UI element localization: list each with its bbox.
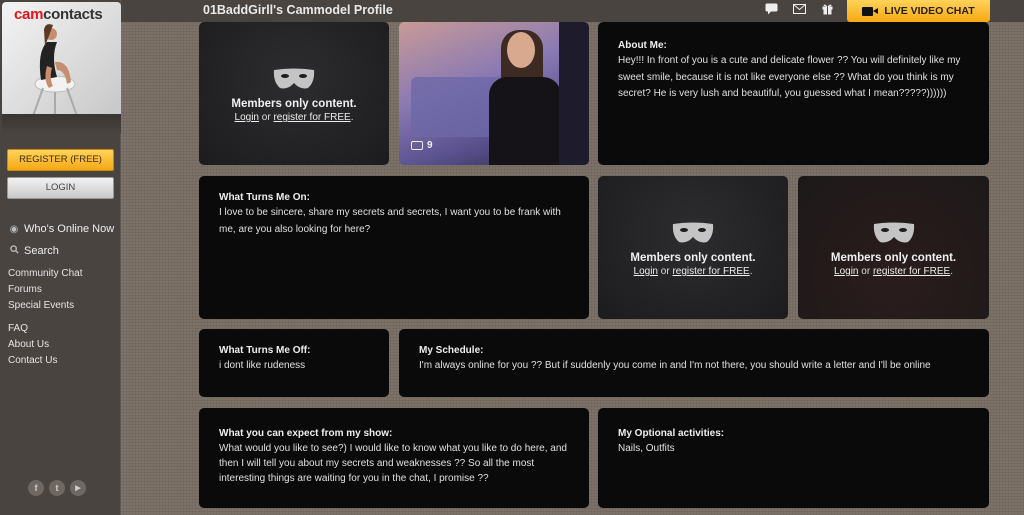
photo-model bbox=[479, 30, 561, 165]
live-video-chat-label: LIVE VIDEO CHAT bbox=[884, 5, 975, 17]
members-only-card-3: Members only content. Login or register … bbox=[798, 176, 989, 319]
members-only-actions: Login or register for FREE. bbox=[834, 266, 953, 277]
register-free-button[interactable]: REGISTER (FREE) bbox=[7, 149, 114, 171]
sidebar-community-links: Community Chat Forums Special Events bbox=[8, 266, 82, 314]
sidebar-item-whos-online[interactable]: ◉ Who's Online Now bbox=[8, 218, 115, 240]
register-link[interactable]: register for FREE bbox=[273, 112, 350, 123]
register-link[interactable]: register for FREE bbox=[873, 266, 950, 277]
gallery-icon bbox=[411, 141, 423, 150]
mask-icon bbox=[672, 222, 714, 243]
top-header: 01BaddGirll's Cammodel Profile LIVE VIDE… bbox=[121, 0, 1024, 22]
schedule-text: I'm always online for you ?? But if sudd… bbox=[419, 360, 931, 371]
login-link[interactable]: Login bbox=[634, 266, 658, 277]
sidebar-item-search[interactable]: Search bbox=[8, 240, 114, 262]
sidebar: camcontacts REGISTER (FREE) LOGIN ◉ Who'… bbox=[0, 0, 121, 515]
search-icon bbox=[8, 245, 20, 257]
youtube-icon[interactable]: ▶ bbox=[70, 480, 86, 496]
live-video-chat-button[interactable]: LIVE VIDEO CHAT bbox=[847, 0, 990, 22]
login-button[interactable]: LOGIN bbox=[7, 177, 114, 199]
turns-me-on-title: What Turns Me On: bbox=[219, 192, 310, 203]
optional-activities-title: My Optional activities: bbox=[618, 428, 725, 439]
sidebar-item-label: Who's Online Now bbox=[24, 223, 115, 235]
turns-me-off-card: What Turns Me Off: i dont like rudeness bbox=[199, 329, 389, 397]
members-only-actions: Login or register for FREE. bbox=[633, 266, 753, 277]
about-me-card: About Me: Hey!!! In front of you is a cu… bbox=[598, 22, 989, 165]
photo-count-badge[interactable]: 9 bbox=[411, 140, 433, 151]
sidebar-link-forums[interactable]: Forums bbox=[8, 282, 82, 298]
sidebar-info-links: FAQ About Us Contact Us bbox=[8, 321, 57, 369]
site-logo[interactable]: camcontacts bbox=[2, 2, 121, 114]
photo-count: 9 bbox=[427, 140, 433, 151]
register-link[interactable]: register for FREE bbox=[672, 266, 749, 277]
video-camera-icon bbox=[862, 6, 879, 16]
sidebar-link-contact-us[interactable]: Contact Us bbox=[8, 353, 57, 369]
page-title: 01BaddGirll's Cammodel Profile bbox=[203, 3, 393, 17]
logo-text: camcontacts bbox=[14, 6, 103, 23]
members-only-card-1: Members only content. Login or register … bbox=[199, 22, 389, 165]
mask-icon bbox=[873, 222, 914, 243]
optional-activities-card: My Optional activities: Nails, Outfits bbox=[598, 408, 989, 508]
social-links: f t ▶ bbox=[28, 480, 86, 496]
members-only-card-2: Members only content. Login or register … bbox=[598, 176, 788, 319]
turns-me-on-text: I love to be sincere, share my secrets a… bbox=[219, 207, 561, 235]
turns-me-off-text: i dont like rudeness bbox=[219, 360, 306, 371]
twitter-icon[interactable]: t bbox=[49, 480, 65, 496]
sidebar-link-special-events[interactable]: Special Events bbox=[8, 298, 82, 314]
optional-activities-text: Nails, Outfits bbox=[618, 443, 675, 454]
show-expectations-card: What you can expect from my show: What w… bbox=[199, 408, 589, 508]
sidebar-link-about-us[interactable]: About Us bbox=[8, 337, 57, 353]
sidebar-link-faq[interactable]: FAQ bbox=[8, 321, 57, 337]
photo-shadow bbox=[559, 22, 589, 165]
turns-me-on-card: What Turns Me On: I love to be sincere, … bbox=[199, 176, 589, 319]
header-icons bbox=[764, 3, 834, 17]
chat-icon[interactable] bbox=[764, 3, 778, 17]
logo-model-illustration bbox=[32, 24, 78, 114]
schedule-card: My Schedule: I'm always online for you ?… bbox=[399, 329, 989, 397]
mask-icon bbox=[273, 68, 315, 89]
turns-me-off-title: What Turns Me Off: bbox=[219, 345, 311, 356]
webcam-icon: ◉ bbox=[9, 223, 19, 235]
login-link[interactable]: Login bbox=[834, 266, 858, 277]
members-only-message: Members only content. bbox=[830, 252, 957, 264]
show-expectations-title: What you can expect from my show: bbox=[219, 428, 393, 439]
sidebar-link-community-chat[interactable]: Community Chat bbox=[8, 266, 82, 282]
about-me-text: Hey!!! In front of you is a cute and del… bbox=[618, 55, 961, 99]
logo-reflection bbox=[2, 114, 121, 134]
mail-icon[interactable] bbox=[792, 3, 806, 17]
schedule-title: My Schedule: bbox=[419, 345, 484, 356]
profile-photo[interactable]: 9 bbox=[399, 22, 589, 165]
facebook-icon[interactable]: f bbox=[28, 480, 44, 496]
sidebar-main-nav: ◉ Who's Online Now Search bbox=[8, 218, 115, 262]
members-only-actions: Login or register for FREE. bbox=[234, 112, 354, 123]
members-only-message: Members only content. bbox=[630, 252, 756, 264]
show-expectations-text: What would you like to see?) I would lik… bbox=[219, 443, 567, 484]
members-only-message: Members only content. bbox=[231, 98, 357, 110]
about-me-title: About Me: bbox=[618, 40, 667, 51]
login-link[interactable]: Login bbox=[235, 112, 259, 123]
gift-icon[interactable] bbox=[820, 3, 834, 17]
sidebar-item-label: Search bbox=[24, 245, 59, 257]
